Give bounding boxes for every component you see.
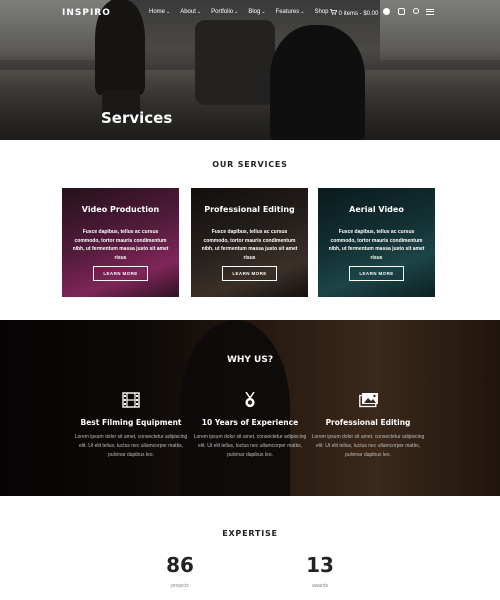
stat-label: projects [171, 583, 189, 589]
menu-icon[interactable] [426, 9, 434, 15]
service-card-title: Aerial Video [349, 205, 404, 214]
feature-best-filming-equipment: Best Filming Equipment Lorem ipsum dolor… [71, 392, 191, 460]
service-card-aerial-video: Aerial Video Fusce dapibus, tellus ac cu… [318, 188, 435, 297]
feature-professional-editing: Professional Editing Lorem ipsum dolor s… [308, 392, 428, 460]
learn-more-button[interactable]: LEARN MORE [222, 266, 277, 281]
expertise-heading: EXPERTISE [222, 529, 278, 538]
menu-item-home[interactable]: Home⌄ [149, 9, 170, 15]
stat-projects: 86 projects [150, 553, 210, 589]
search-icon[interactable] [413, 8, 419, 14]
learn-more-button[interactable]: LEARN MORE [349, 266, 404, 281]
service-card-text: Fusce dapibus, tellus ac cursus commodo,… [72, 229, 169, 261]
feature-title: Best Filming Equipment [80, 418, 182, 427]
why-us-heading: WHY US? [226, 355, 274, 365]
hero-banner: INSPIRO Home⌄ About⌄ Portfolio⌄ Blog⌄ Fe… [0, 0, 500, 140]
feature-10-years-experience: 10 Years of Experience Lorem ipsum dolor… [190, 391, 310, 460]
chevron-down-icon: ⌄ [234, 9, 239, 15]
hero-camera-rig [195, 20, 275, 105]
feature-title: 10 Years of Experience [201, 418, 299, 427]
service-card-professional-editing: Professional Editing Fusce dapibus, tell… [191, 188, 308, 297]
service-card-title: Video Production [81, 205, 160, 214]
film-icon [122, 392, 140, 408]
menu-item-shop[interactable]: Shop [314, 9, 328, 15]
stat-value: 13 [306, 553, 334, 577]
menu-item-features[interactable]: Features⌄ [276, 9, 305, 15]
hero-camera-operator [270, 25, 365, 140]
top-navigation: INSPIRO Home⌄ About⌄ Portfolio⌄ Blog⌄ Fe… [0, 0, 500, 26]
service-card-text: Fusce dapibus, tellus ac cursus commodo,… [328, 229, 425, 261]
chevron-down-icon: ⌄ [196, 9, 202, 15]
page-title: Services [101, 109, 173, 127]
site-logo[interactable]: INSPIRO [62, 8, 111, 18]
service-card-text: Fusce dapibus, tellus ac cursus commodo,… [201, 229, 298, 261]
feature-title: Professional Editing [325, 418, 411, 427]
learn-more-button[interactable]: LEARN MORE [93, 266, 148, 281]
menu-item-about[interactable]: About⌄ [180, 9, 201, 15]
facebook-icon[interactable] [383, 8, 390, 15]
feature-text: Lorem ipsum dolor sit amet, consectetur … [193, 434, 307, 458]
service-card-video-production: Video Production Fusce dapibus, tellus a… [62, 188, 179, 297]
cart-icon [330, 9, 338, 17]
chevron-down-icon: ⌄ [166, 9, 171, 15]
stat-value: 86 [166, 553, 194, 577]
chevron-down-icon: ⌄ [300, 9, 305, 15]
stat-label: awards [311, 583, 329, 589]
feature-text: Lorem ipsum dolor sit amet, consectetur … [311, 434, 425, 458]
services-heading: OUR SERVICES [212, 160, 288, 169]
stat-awards: 13 awards [290, 553, 350, 589]
feature-text: Lorem ipsum dolor sit amet, consectetur … [74, 434, 188, 458]
chevron-down-icon: ⌄ [261, 9, 266, 15]
cart-link[interactable]: 0 items - $0.00 [330, 9, 378, 17]
cart-summary: 0 items - $0.00 [338, 11, 379, 17]
menu-item-blog[interactable]: Blog⌄ [248, 9, 265, 15]
medal-icon [241, 391, 259, 408]
service-card-title: Professional Editing [204, 205, 295, 214]
instagram-icon[interactable] [398, 8, 405, 15]
photo-edit-icon [359, 392, 378, 408]
menu-item-portfolio[interactable]: Portfolio⌄ [211, 9, 238, 15]
main-menu: Home⌄ About⌄ Portfolio⌄ Blog⌄ Features⌄ … [149, 9, 338, 15]
